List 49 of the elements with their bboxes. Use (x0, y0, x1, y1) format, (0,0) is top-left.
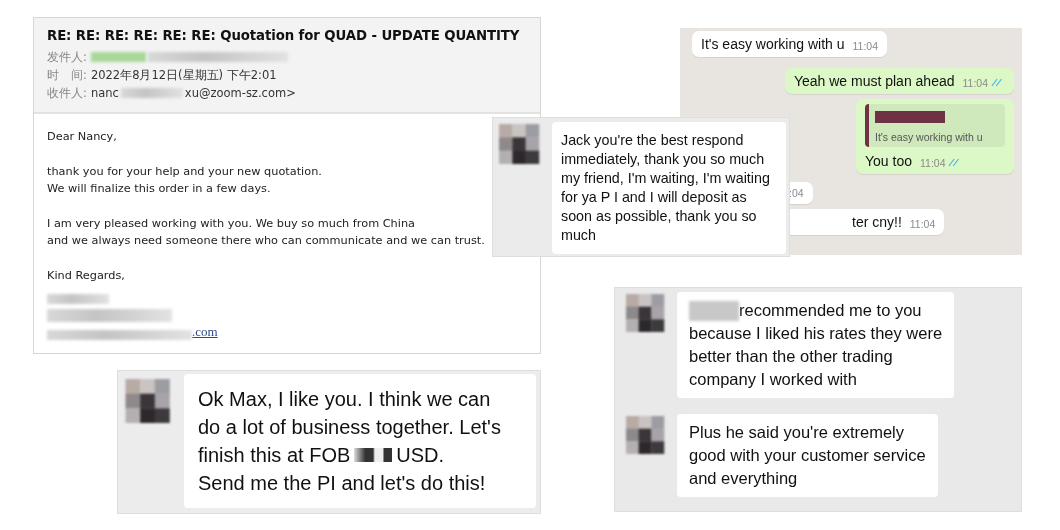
message-text: finish this at FOB (198, 443, 351, 468)
message-text: better than the other trading (689, 346, 893, 367)
message-time: 11:04 (962, 77, 988, 89)
email-subject: RE: RE: RE: RE: RE: RE: Quotation for QUAD - UPDATE QUANTITY (47, 28, 521, 43)
message-text: USD. (396, 443, 445, 468)
message-text: recommended me to you (739, 300, 922, 321)
message-time: :04 (789, 187, 804, 199)
field-value: nanc (90, 86, 119, 100)
message-time: 11:04 (852, 40, 878, 52)
redacted-block (875, 111, 945, 123)
message-text: You too (865, 153, 912, 169)
field-value: xu@zoom-sz.com> (184, 86, 296, 100)
message-text: Plus he said you're extremely (689, 422, 904, 443)
message-text: and everything (689, 468, 798, 489)
field-label: 时 间: (47, 67, 87, 83)
field-label: 收件人: (47, 85, 87, 101)
field-value: 2022年8月12日(星期五) 下午2:01 (90, 67, 277, 83)
avatar-icon (498, 124, 540, 164)
avatar-icon (123, 379, 172, 423)
message-text: immediately, thank you so much (561, 150, 765, 169)
message-text: company I worked with (689, 369, 857, 390)
message-text: much (561, 226, 596, 245)
avatar-icon (625, 416, 665, 454)
message-text: It's easy working with u (701, 36, 845, 52)
message-text: for ya P I and I will deposit as (561, 188, 747, 207)
message-time: 11:04 (909, 218, 936, 230)
email-paragraph: I am very pleased working with you. We buy so much from China and we always need someone there who can communicate and we can trust. (47, 215, 486, 249)
redacted-block (354, 448, 393, 462)
message-text: ter cny!! (852, 214, 902, 230)
message-text: Jack you're the best respond (561, 131, 744, 150)
avatar-icon (625, 294, 665, 332)
message-text: because I liked his rates they were (689, 323, 943, 344)
email-link[interactable]: .com (192, 324, 218, 340)
quoted-text: It's easy working with u (875, 131, 984, 143)
redacted-block (47, 294, 109, 304)
field-label: 发件人: (47, 49, 87, 65)
message-text: my friend, I'm waiting, I'm waiting (561, 169, 770, 188)
email-paragraph: thank you for your help and your new quotation. We will finalize this order in a few days. (47, 163, 323, 197)
email-paragraph: Dear Nancy, (47, 129, 118, 145)
redacted-block (120, 88, 183, 98)
redacted-block (689, 300, 739, 321)
message-text: Send me the PI and let's do this! (198, 471, 486, 496)
message-text: good with your customer service (689, 445, 926, 466)
email-paragraph: Kind Regards, (47, 267, 126, 284)
message-time: 11:04 (920, 157, 946, 169)
message-text: soon as possible, thank you so (561, 207, 757, 226)
message-text: Ok Max, I like you. I think we can (198, 387, 491, 412)
message-text: Yeah we must plan ahead (793, 73, 955, 89)
message-text: do a lot of business together. Let's (198, 415, 501, 440)
